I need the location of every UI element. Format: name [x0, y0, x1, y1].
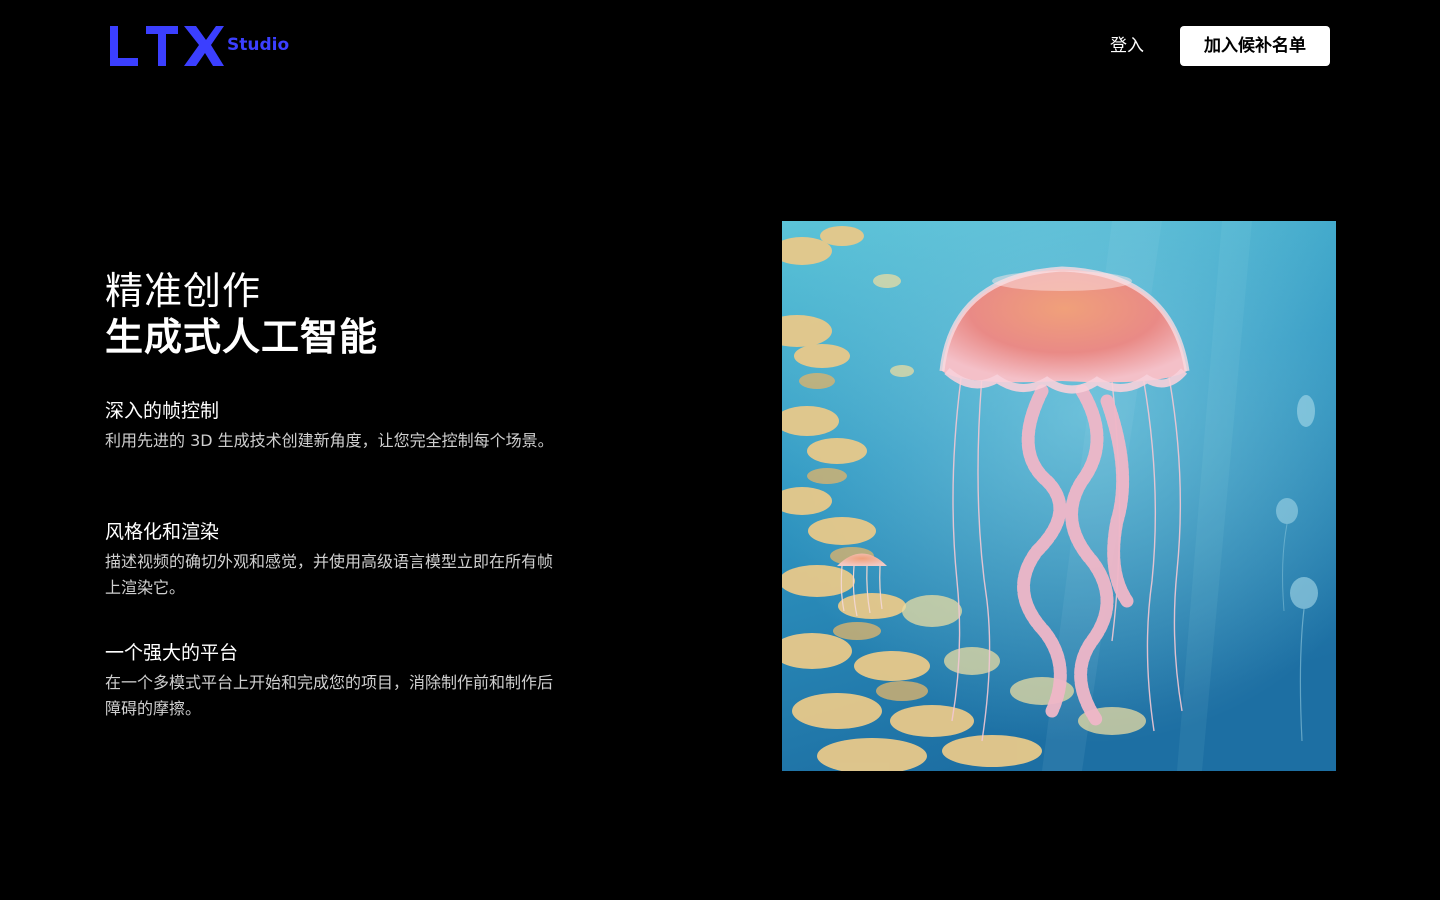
feature-title: 风格化和渲染: [105, 521, 220, 543]
feature-title: 深入的帧控制: [105, 400, 220, 422]
feature-platform: 一个强大的平台 在一个多模式平台上开始和完成您的项目，消除制作前和制作后障碍的摩…: [105, 640, 565, 722]
brand-sub-text: Studio: [227, 35, 289, 55]
ltx-studio-logo[interactable]: Studio: [110, 24, 290, 68]
feature-style-render: 风格化和渲染 描述视频的确切外观和感觉，并使用高级语言模型立即在所有帧上渲染它。: [105, 519, 565, 601]
hero-title-line2: 生成式人工智能: [105, 315, 379, 359]
hero-title: 精准创作 生成式人工智能: [105, 268, 565, 360]
feature-description: 描述视频的确切外观和感觉，并使用高级语言模型立即在所有帧上渲染它。: [105, 552, 554, 597]
jellyfish-hero-image: [782, 221, 1336, 771]
feature-title: 一个强大的平台: [105, 642, 239, 664]
ltx-logo-icon: Studio: [110, 26, 289, 66]
login-link[interactable]: 登入: [1092, 34, 1162, 58]
jellyfish-illustration: [782, 221, 1336, 771]
feature-description: 利用先进的 3D 生成技术创建新角度，让您完全控制每个场景。: [105, 431, 554, 450]
hero-title-line1: 精准创作: [105, 269, 262, 313]
join-waitlist-button[interactable]: 加入候补名单: [1180, 26, 1330, 66]
feature-description: 在一个多模式平台上开始和完成您的项目，消除制作前和制作后障碍的摩擦。: [105, 673, 554, 718]
feature-frame-control: 深入的帧控制 利用先进的 3D 生成技术创建新角度，让您完全控制每个场景。: [105, 398, 565, 454]
landing-page: Studio 登入 加入候补名单 精准创作 生成式人工智能 深入的帧控制 利用先…: [0, 0, 1440, 900]
